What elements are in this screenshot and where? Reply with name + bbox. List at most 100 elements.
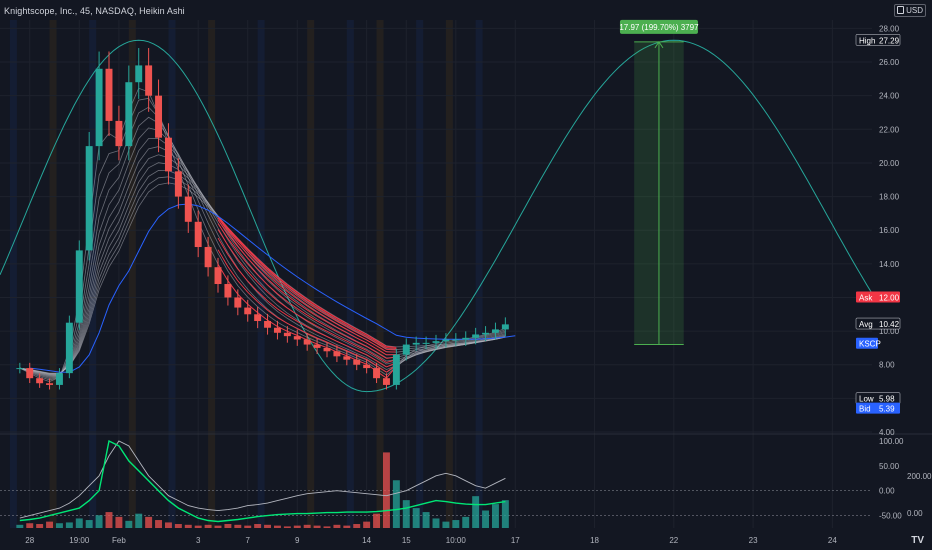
candle-body[interactable] (125, 82, 133, 147)
volume-bar[interactable] (234, 524, 242, 528)
volume-bar[interactable] (65, 522, 73, 528)
volume-bar[interactable] (204, 524, 212, 528)
candle-body[interactable] (363, 364, 371, 369)
volume-bar[interactable] (323, 526, 331, 528)
tradingview-logo[interactable]: TV (911, 535, 924, 546)
candle-body[interactable] (283, 332, 291, 337)
candle-body[interactable] (55, 373, 63, 385)
candle-body[interactable] (65, 322, 73, 374)
volume-bar[interactable] (491, 504, 499, 528)
candle-body[interactable] (155, 95, 163, 138)
candle-body[interactable] (462, 337, 470, 340)
candle-body[interactable] (442, 339, 450, 342)
volume-bar[interactable] (16, 524, 24, 528)
candle-body[interactable] (412, 342, 420, 345)
volume-bar[interactable] (343, 525, 351, 528)
volume-bar[interactable] (244, 525, 252, 528)
volume-bar[interactable] (273, 525, 281, 528)
volume-bar[interactable] (472, 496, 480, 528)
candle-body[interactable] (273, 327, 281, 333)
volume-bar[interactable] (155, 520, 163, 528)
volume-bar[interactable] (184, 524, 192, 528)
volume-bar[interactable] (115, 516, 123, 528)
candle-body[interactable] (234, 297, 242, 308)
volume-bar[interactable] (422, 512, 430, 528)
volume-bar[interactable] (452, 520, 460, 528)
candle-body[interactable] (135, 65, 143, 83)
candle-body[interactable] (16, 368, 24, 370)
volume-bar[interactable] (293, 525, 301, 528)
volume-bar[interactable] (462, 516, 470, 528)
volume-bar[interactable] (125, 520, 133, 528)
candle-body[interactable] (491, 329, 499, 333)
candle-body[interactable] (432, 341, 440, 343)
currency-selector[interactable]: USD (894, 4, 926, 17)
candle-body[interactable] (303, 339, 311, 345)
candle-body[interactable] (26, 368, 34, 379)
volume-bar[interactable] (392, 480, 400, 528)
candle-body[interactable] (422, 342, 430, 344)
candle-body[interactable] (264, 321, 272, 328)
candle-body[interactable] (382, 378, 390, 385)
candle-body[interactable] (472, 334, 480, 338)
candle-body[interactable] (452, 339, 460, 341)
volume-bar[interactable] (46, 521, 54, 528)
volume-bar[interactable] (402, 500, 410, 528)
volume-bar[interactable] (224, 524, 232, 528)
volume-bar[interactable] (353, 524, 361, 528)
candle-body[interactable] (95, 68, 103, 147)
volume-bar[interactable] (482, 510, 490, 528)
volume-bar[interactable] (432, 518, 440, 528)
volume-bar[interactable] (145, 516, 153, 528)
volume-bar[interactable] (105, 512, 113, 528)
candle-body[interactable] (105, 68, 113, 121)
candle-body[interactable] (501, 324, 509, 330)
candle-body[interactable] (373, 368, 381, 379)
candle-body[interactable] (402, 344, 410, 355)
volume-bar[interactable] (254, 524, 262, 528)
volume-bar[interactable] (55, 523, 63, 528)
candle-body[interactable] (482, 332, 490, 335)
volume-bar[interactable] (95, 515, 103, 528)
volume-bar[interactable] (382, 452, 390, 528)
volume-bar[interactable] (333, 524, 341, 528)
candle-body[interactable] (313, 344, 321, 348)
candle-body[interactable] (184, 196, 192, 222)
candle-body[interactable] (293, 336, 301, 340)
candle-body[interactable] (174, 171, 182, 197)
volume-bar[interactable] (26, 523, 34, 528)
volume-bar[interactable] (442, 521, 450, 528)
candle-body[interactable] (194, 221, 202, 248)
candle-body[interactable] (214, 267, 222, 285)
volume-bar[interactable] (36, 524, 44, 528)
chart-svg[interactable]: 17.97 (199.70%) 3797 28.00 26.00 24.00 22.00… (0, 0, 932, 550)
candle-body[interactable] (392, 354, 400, 385)
candle-body[interactable] (323, 347, 331, 352)
candle-body[interactable] (75, 250, 83, 323)
volume-bar[interactable] (85, 520, 93, 528)
candle-body[interactable] (204, 247, 212, 268)
candle-body[interactable] (46, 383, 54, 385)
candle-body[interactable] (343, 356, 351, 360)
candle-body[interactable] (85, 146, 93, 251)
candle-body[interactable] (254, 314, 262, 322)
candle-body[interactable] (224, 284, 232, 298)
volume-bar[interactable] (135, 513, 143, 528)
volume-bar[interactable] (283, 526, 291, 528)
candle-body[interactable] (244, 307, 252, 315)
volume-bar[interactable] (313, 525, 321, 528)
candle-body[interactable] (164, 137, 172, 172)
candle-body[interactable] (145, 65, 153, 96)
candle-body[interactable] (333, 351, 341, 357)
volume-bar[interactable] (412, 508, 420, 528)
volume-bar[interactable] (501, 500, 509, 528)
volume-bar[interactable] (264, 524, 272, 528)
candle-body[interactable] (36, 378, 44, 384)
volume-bar[interactable] (194, 525, 202, 528)
volume-bar[interactable] (303, 524, 311, 528)
volume-bar[interactable] (363, 521, 371, 528)
volume-bar[interactable] (164, 522, 172, 528)
volume-bar[interactable] (174, 524, 182, 528)
candle-body[interactable] (353, 359, 361, 365)
volume-bar[interactable] (373, 513, 381, 528)
